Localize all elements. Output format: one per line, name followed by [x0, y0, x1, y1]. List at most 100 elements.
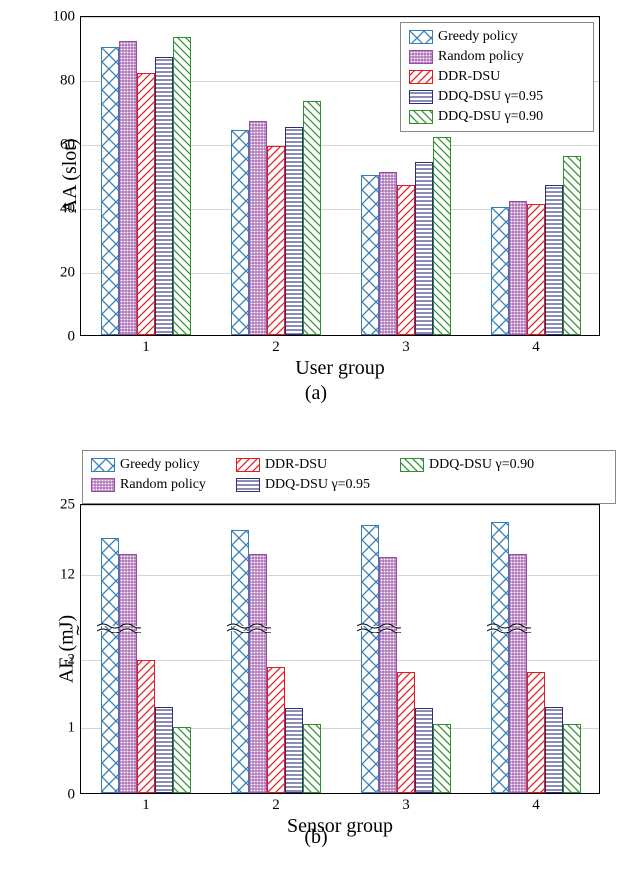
- ytick: 1: [68, 719, 82, 736]
- bar-ddr: [267, 146, 285, 335]
- bar-ddq90: [563, 156, 581, 335]
- legend-item-greedy: Greedy policy: [409, 29, 575, 45]
- axis-break-mark: [97, 620, 141, 630]
- bar-ddr: [527, 204, 545, 335]
- ytick: 60: [60, 137, 81, 154]
- bar-ddq95: [415, 162, 433, 335]
- chart-a-legend: Greedy policy Random policy DDR-DSU DDQ-DSU…: [400, 22, 594, 132]
- ytick: 12: [60, 567, 81, 584]
- bar-greedy: [231, 130, 249, 335]
- bar-ddq95: [155, 707, 173, 793]
- legend-item-greedy: Greedy policy: [91, 457, 206, 473]
- bar-random: [509, 554, 527, 793]
- legend-item-ddq90: DDQ-DSU γ=0.90: [400, 457, 534, 473]
- bar-ddr: [137, 660, 155, 793]
- bar-ddq90: [433, 137, 451, 335]
- bar-random: [509, 201, 527, 335]
- bar-ddq90: [303, 724, 321, 793]
- chart-b-plot: AE (mJ) Sensor group 01212251234≀: [80, 504, 600, 794]
- legend-item-random: Random policy: [409, 49, 575, 65]
- bar-ddq95: [285, 708, 303, 793]
- bar-ddr: [527, 672, 545, 793]
- xtick: 1: [142, 335, 150, 356]
- ytick: 20: [60, 265, 81, 282]
- legend-item-random: Random policy: [91, 477, 206, 493]
- legend-swatch-ddq90: [400, 458, 424, 472]
- bar-ddq95: [415, 708, 433, 793]
- legend-label-ddq90: DDQ-DSU γ=0.90: [438, 109, 543, 125]
- bar-greedy: [491, 207, 509, 335]
- bar-random: [249, 121, 267, 335]
- legend-swatch-ddq95: [409, 90, 433, 104]
- bar-ddr: [397, 672, 415, 793]
- legend-swatch-ddr: [409, 70, 433, 84]
- ytick: 100: [53, 9, 82, 26]
- bar-ddq90: [173, 727, 191, 793]
- xtick: 3: [402, 335, 410, 356]
- legend-swatch-ddq95: [236, 478, 260, 492]
- legend-label-ddq95: DDQ-DSU γ=0.95: [265, 477, 370, 493]
- bar-greedy: [361, 175, 379, 335]
- chart-a-xlabel: User group: [295, 335, 384, 380]
- bar-greedy: [101, 538, 119, 793]
- axis-break-mark: [357, 620, 401, 630]
- axis-break-mark: [487, 620, 531, 630]
- legend-label-ddr: DDR-DSU: [265, 457, 327, 473]
- chart-a-sublabel: (a): [305, 382, 327, 405]
- chart-a-container: AA (slot) User group 0204060801001234 (a…: [20, 10, 612, 405]
- ytick: 0: [68, 329, 82, 346]
- bar-ddq90: [173, 37, 191, 335]
- legend-swatch-greedy: [91, 458, 115, 472]
- gridline: [81, 17, 599, 18]
- bar-ddq90: [433, 724, 451, 793]
- ytick: 40: [60, 201, 81, 218]
- xtick: 2: [272, 793, 280, 814]
- legend-label-random: Random policy: [120, 477, 206, 493]
- bar-ddq90: [563, 724, 581, 793]
- legend-label-random: Random policy: [438, 49, 524, 65]
- ytick: 80: [60, 73, 81, 90]
- chart-b-sublabel: (b): [304, 826, 327, 849]
- xtick: 1: [142, 793, 150, 814]
- bar-random: [379, 172, 397, 335]
- legend-label-greedy: Greedy policy: [438, 29, 518, 45]
- legend-label-ddq95: DDQ-DSU γ=0.95: [438, 89, 543, 105]
- chart-b-container: Greedy policy Random policy DDR-DSU DDQ-DSU…: [20, 450, 612, 845]
- bar-random: [379, 557, 397, 793]
- legend-item-ddr: DDR-DSU: [236, 457, 370, 473]
- legend-swatch-random: [409, 50, 433, 64]
- legend-swatch-ddq90: [409, 110, 433, 124]
- bar-ddr: [267, 667, 285, 793]
- xtick: 4: [532, 793, 540, 814]
- legend-swatch-greedy: [409, 30, 433, 44]
- bar-random: [119, 554, 137, 793]
- legend-swatch-random: [91, 478, 115, 492]
- bar-random: [249, 554, 267, 793]
- xtick: 2: [272, 335, 280, 356]
- bar-ddq95: [155, 57, 173, 335]
- axis-break-mark: [227, 620, 271, 630]
- bar-greedy: [231, 530, 249, 793]
- legend-item-ddr: DDR-DSU: [409, 69, 575, 85]
- chart-b-xlabel: Sensor group: [287, 793, 393, 838]
- bar-ddq95: [285, 127, 303, 335]
- ytick: 0: [68, 787, 82, 804]
- chart-b-legend: Greedy policy Random policy DDR-DSU DDQ-DSU…: [82, 450, 616, 504]
- ytick: 25: [60, 497, 81, 514]
- bar-random: [119, 41, 137, 335]
- bar-ddq90: [303, 101, 321, 335]
- gridline: [81, 505, 599, 506]
- legend-item-ddq95: DDQ-DSU γ=0.95: [236, 477, 370, 493]
- bar-greedy: [491, 522, 509, 793]
- bar-ddr: [137, 73, 155, 335]
- xtick: 4: [532, 335, 540, 356]
- bar-ddq95: [545, 185, 563, 335]
- xtick: 3: [402, 793, 410, 814]
- legend-item-ddq90: DDQ-DSU γ=0.90: [409, 109, 575, 125]
- bar-ddq95: [545, 707, 563, 793]
- ytick: 2: [68, 652, 82, 669]
- legend-swatch-ddr: [236, 458, 260, 472]
- legend-label-ddq90: DDQ-DSU γ=0.90: [429, 457, 534, 473]
- legend-item-ddq95: DDQ-DSU γ=0.95: [409, 89, 575, 105]
- axis-break-yaxis: ≀: [75, 621, 81, 640]
